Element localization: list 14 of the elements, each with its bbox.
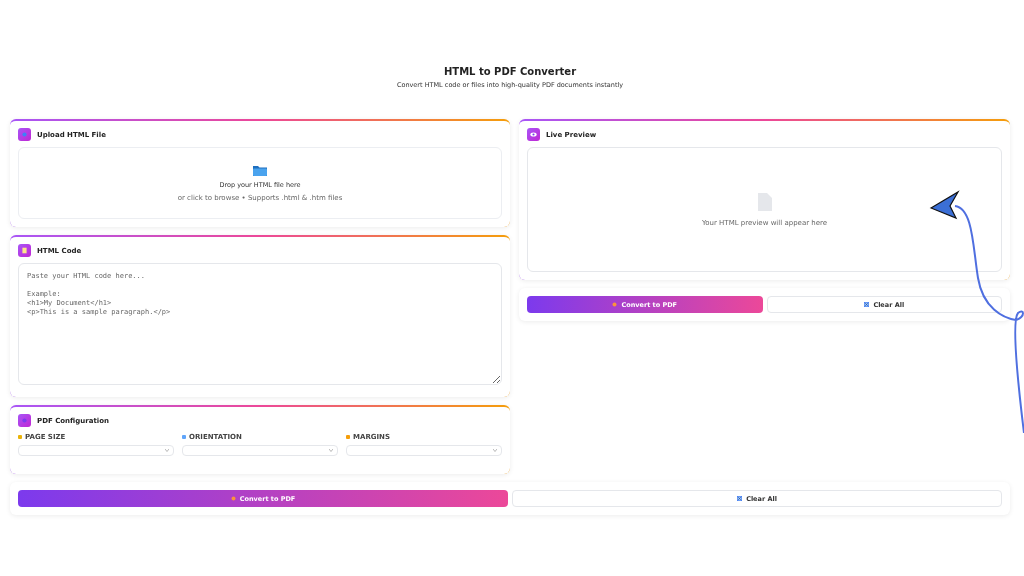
chevron-icon <box>165 449 169 452</box>
chevron-icon <box>329 449 333 452</box>
field-icon <box>18 435 22 439</box>
select-field[interactable] <box>346 445 502 456</box>
eye-icon <box>527 128 540 141</box>
select-field[interactable] <box>18 445 174 456</box>
select-field[interactable] <box>182 445 338 456</box>
document-icon <box>757 192 772 211</box>
code-icon <box>18 244 31 257</box>
page-title: HTML to PDF Converter <box>442 66 578 77</box>
field-icon <box>182 435 186 439</box>
chevron-icon <box>493 449 497 452</box>
field-icon <box>346 435 350 439</box>
folder-icon <box>253 164 267 176</box>
